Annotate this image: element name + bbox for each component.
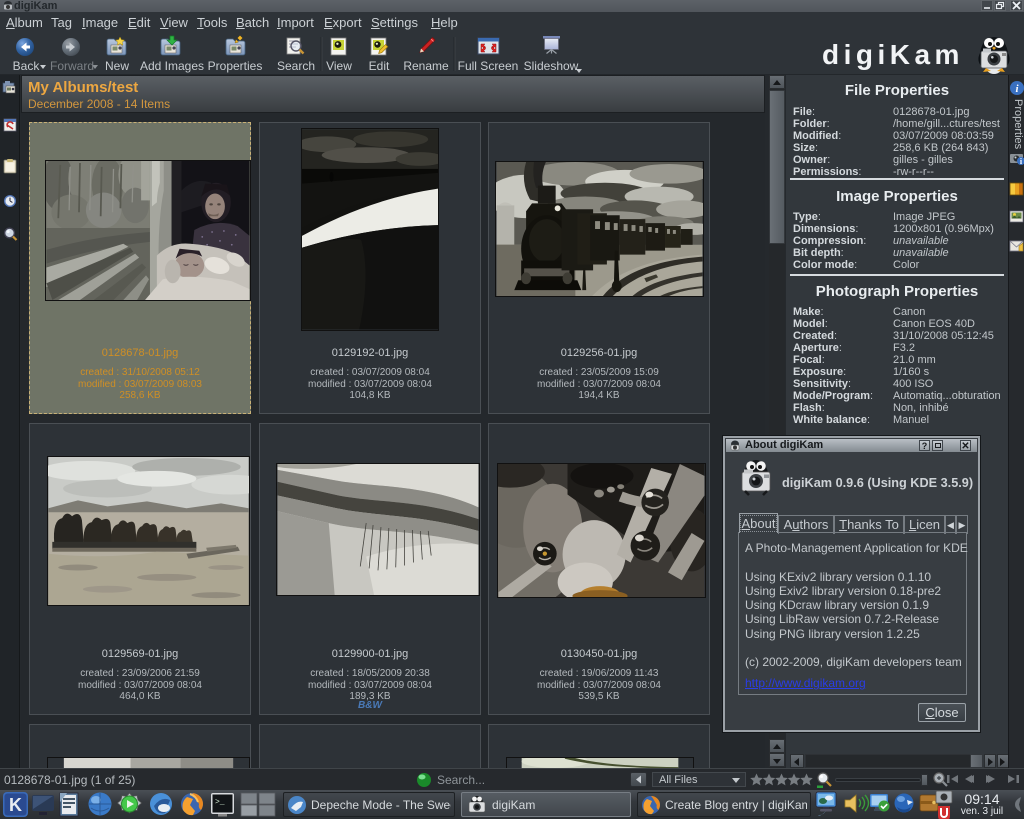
svg-text:K: K [9,795,22,815]
svg-text:>_: >_ [215,798,225,807]
